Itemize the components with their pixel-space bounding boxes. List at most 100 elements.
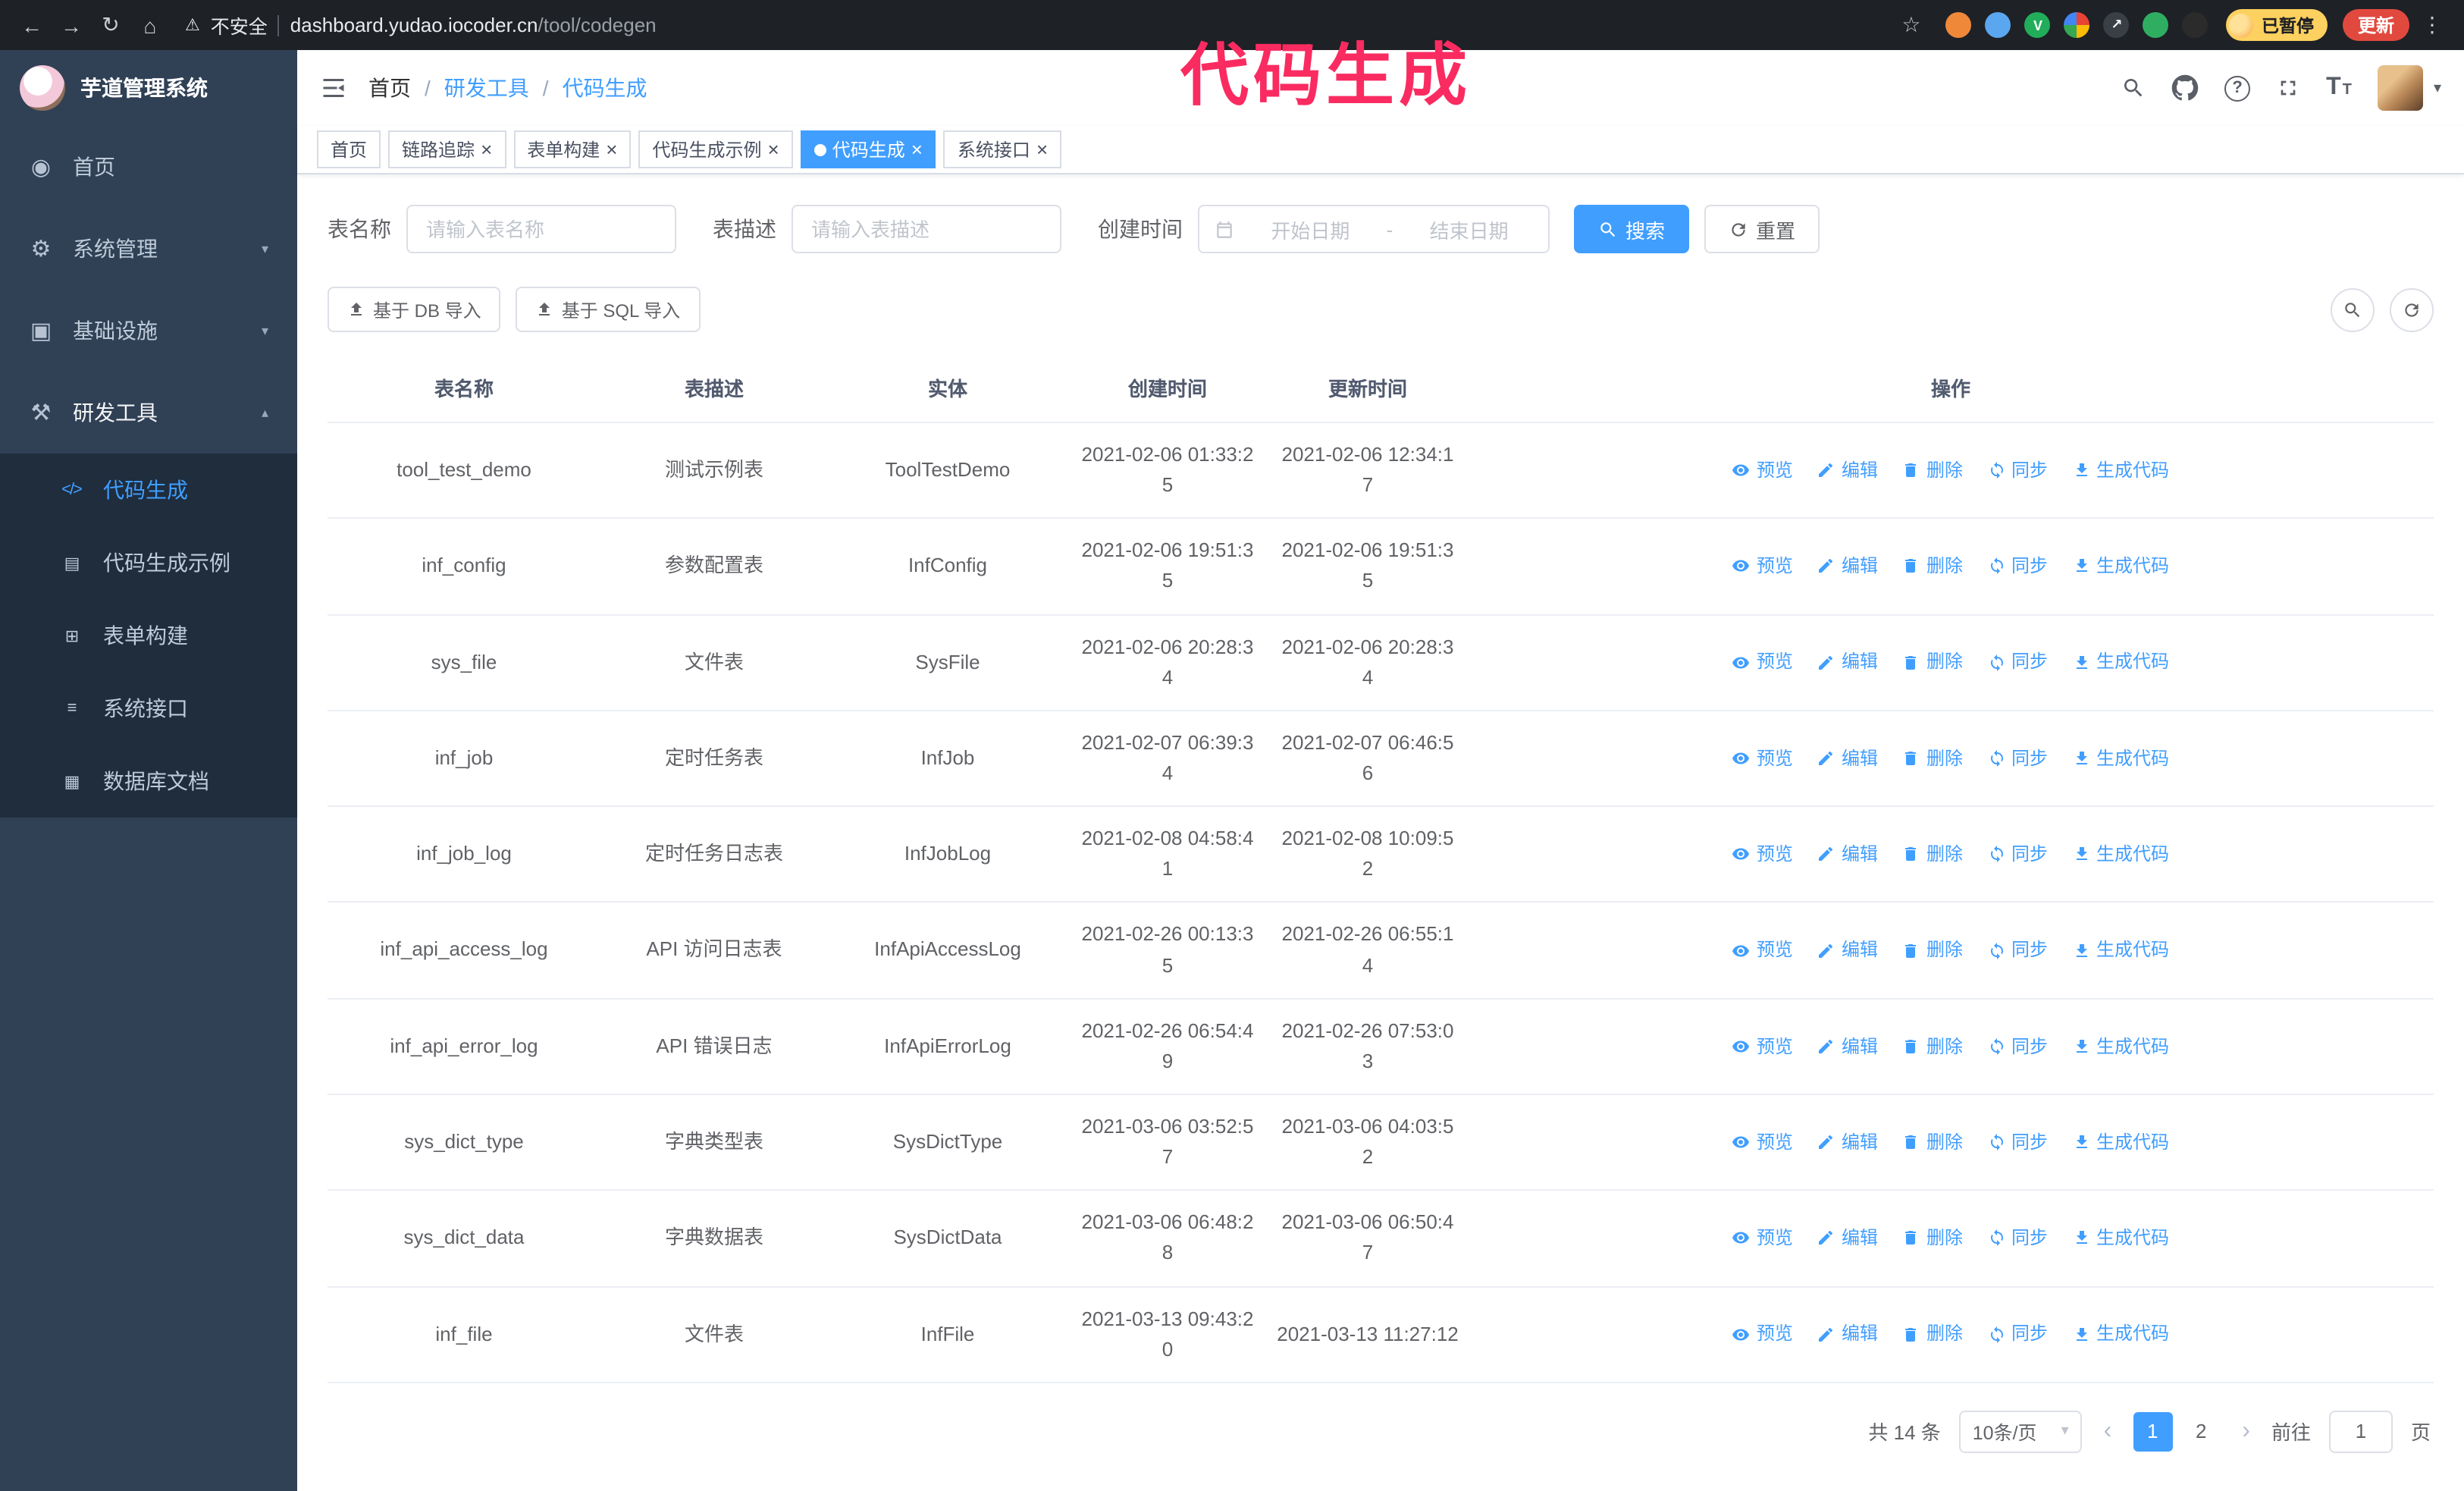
preview-link[interactable]: 预览: [1732, 840, 1793, 868]
generate-code-link[interactable]: 生成代码: [2072, 648, 2169, 676]
goto-page-input[interactable]: [2328, 1410, 2393, 1453]
sync-link[interactable]: 同步: [1987, 648, 2048, 676]
generate-code-link[interactable]: 生成代码: [2072, 937, 2169, 965]
preview-link[interactable]: 预览: [1732, 1320, 1793, 1348]
sync-link[interactable]: 同步: [1987, 552, 2048, 580]
address-bar[interactable]: ⚠ 不安全 dashboard.yudao.iocoder.cn/tool/co…: [185, 11, 1876, 39]
home-icon[interactable]: ⌂: [133, 8, 167, 42]
user-avatar[interactable]: [2377, 65, 2423, 111]
edit-link[interactable]: 编辑: [1817, 744, 1878, 772]
sync-link[interactable]: 同步: [1987, 840, 2048, 868]
table-name-input[interactable]: [406, 205, 676, 253]
delete-link[interactable]: 删除: [1902, 457, 1963, 485]
sidebar-item[interactable]: ⚙ 系统管理 ▾: [0, 208, 297, 290]
prev-page-button[interactable]: ‹: [2101, 1418, 2115, 1445]
preview-link[interactable]: 预览: [1732, 744, 1793, 772]
browser-menu-icon[interactable]: ⋮: [2415, 8, 2449, 42]
edit-link[interactable]: 编辑: [1817, 1128, 1878, 1157]
sidebar-subitem[interactable]: ≡ 系统接口: [0, 672, 297, 745]
url-text[interactable]: dashboard.yudao.iocoder.cn/tool/codegen: [290, 14, 657, 36]
tab-close-icon[interactable]: ×: [768, 140, 779, 159]
extension-icon[interactable]: ↗: [2103, 12, 2130, 38]
tab-close-icon[interactable]: ×: [911, 140, 923, 159]
sync-link[interactable]: 同步: [1987, 1032, 2048, 1060]
view-tab[interactable]: 表单构建 ×: [513, 130, 632, 168]
bookmark-star-icon[interactable]: ☆: [1895, 8, 1928, 42]
sidebar-item[interactable]: ⚒ 研发工具 ▴: [0, 372, 297, 454]
toggle-search-button[interactable]: [2331, 287, 2375, 331]
sidebar-subitem[interactable]: ▦ 数据库文档: [0, 745, 297, 818]
generate-code-link[interactable]: 生成代码: [2072, 1032, 2169, 1060]
db-import-button[interactable]: 基于 DB 导入: [328, 287, 501, 332]
search-button[interactable]: 搜索: [1574, 205, 1690, 253]
delete-link[interactable]: 删除: [1902, 1128, 1963, 1157]
reset-button[interactable]: 重置: [1704, 205, 1820, 253]
sidebar-subitem[interactable]: </> 代码生成: [0, 454, 297, 526]
refresh-table-button[interactable]: [2390, 287, 2434, 331]
github-icon[interactable]: [2171, 74, 2199, 102]
preview-link[interactable]: 预览: [1732, 1224, 1793, 1252]
delete-link[interactable]: 删除: [1902, 1032, 1963, 1060]
generate-code-link[interactable]: 生成代码: [2072, 744, 2169, 772]
logo[interactable]: 芋道管理系统: [0, 50, 297, 126]
delete-link[interactable]: 删除: [1902, 840, 1963, 868]
search-icon[interactable]: [2121, 76, 2146, 100]
extension-icon[interactable]: [2143, 12, 2169, 38]
edit-link[interactable]: 编辑: [1817, 937, 1878, 965]
page-number-button[interactable]: 1: [2133, 1411, 2173, 1452]
security-label[interactable]: 不安全: [211, 11, 268, 39]
date-range-picker[interactable]: 开始日期 - 结束日期: [1198, 205, 1550, 253]
view-tab[interactable]: 系统接口 ×: [943, 130, 1062, 168]
preview-link[interactable]: 预览: [1732, 1032, 1793, 1060]
breadcrumb-item[interactable]: 代码生成: [563, 73, 661, 103]
sync-link[interactable]: 同步: [1987, 937, 2048, 965]
generate-code-link[interactable]: 生成代码: [2072, 1224, 2169, 1252]
preview-link[interactable]: 预览: [1732, 1128, 1793, 1157]
edit-link[interactable]: 编辑: [1817, 457, 1878, 485]
caret-down-icon[interactable]: ▾: [2434, 80, 2441, 96]
generate-code-link[interactable]: 生成代码: [2072, 457, 2169, 485]
tab-close-icon[interactable]: ×: [606, 140, 617, 159]
extension-icon[interactable]: [2182, 12, 2209, 38]
sql-import-button[interactable]: 基于 SQL 导入: [516, 287, 701, 332]
extension-icon[interactable]: [2064, 12, 2090, 38]
delete-link[interactable]: 删除: [1902, 1320, 1963, 1348]
edit-link[interactable]: 编辑: [1817, 1320, 1878, 1348]
tab-close-icon[interactable]: ×: [1036, 140, 1048, 159]
view-tab[interactable]: 代码生成 ×: [800, 130, 936, 168]
sync-link[interactable]: 同步: [1987, 744, 2048, 772]
tab-close-icon[interactable]: ×: [481, 140, 492, 159]
generate-code-link[interactable]: 生成代码: [2072, 840, 2169, 868]
sync-link[interactable]: 同步: [1987, 457, 2048, 485]
generate-code-link[interactable]: 生成代码: [2072, 552, 2169, 580]
sync-link[interactable]: 同步: [1987, 1320, 2048, 1348]
extension-icon[interactable]: [1945, 12, 1972, 38]
update-button[interactable]: 更新: [2342, 9, 2409, 41]
delete-link[interactable]: 删除: [1902, 744, 1963, 772]
help-icon[interactable]: ?: [2224, 75, 2251, 101]
delete-link[interactable]: 删除: [1902, 937, 1963, 965]
generate-code-link[interactable]: 生成代码: [2072, 1128, 2169, 1157]
preview-link[interactable]: 预览: [1732, 457, 1793, 485]
forward-icon[interactable]: →: [55, 8, 88, 42]
page-number-button[interactable]: 2: [2181, 1412, 2221, 1452]
edit-link[interactable]: 编辑: [1817, 1224, 1878, 1252]
delete-link[interactable]: 删除: [1902, 1224, 1963, 1252]
table-desc-input[interactable]: [792, 205, 1061, 253]
view-tab[interactable]: 代码生成示例 ×: [638, 130, 793, 168]
generate-code-link[interactable]: 生成代码: [2072, 1320, 2169, 1348]
preview-link[interactable]: 预览: [1732, 937, 1793, 965]
preview-link[interactable]: 预览: [1732, 648, 1793, 676]
view-tab[interactable]: 链路追踪 ×: [388, 130, 506, 168]
edit-link[interactable]: 编辑: [1817, 648, 1878, 676]
sidebar-item[interactable]: ▣ 基础设施 ▾: [0, 290, 297, 372]
view-tab[interactable]: 首页 ×: [317, 130, 381, 168]
sync-link[interactable]: 同步: [1987, 1224, 2048, 1252]
extension-icon[interactable]: V: [2024, 12, 2051, 38]
edit-link[interactable]: 编辑: [1817, 552, 1878, 580]
delete-link[interactable]: 删除: [1902, 552, 1963, 580]
reload-icon[interactable]: ↻: [94, 8, 127, 42]
sidebar-subitem[interactable]: ⊞ 表单构建: [0, 599, 297, 672]
page-size-select[interactable]: 10条/页 ▾: [1958, 1410, 2083, 1453]
edit-link[interactable]: 编辑: [1817, 840, 1878, 868]
